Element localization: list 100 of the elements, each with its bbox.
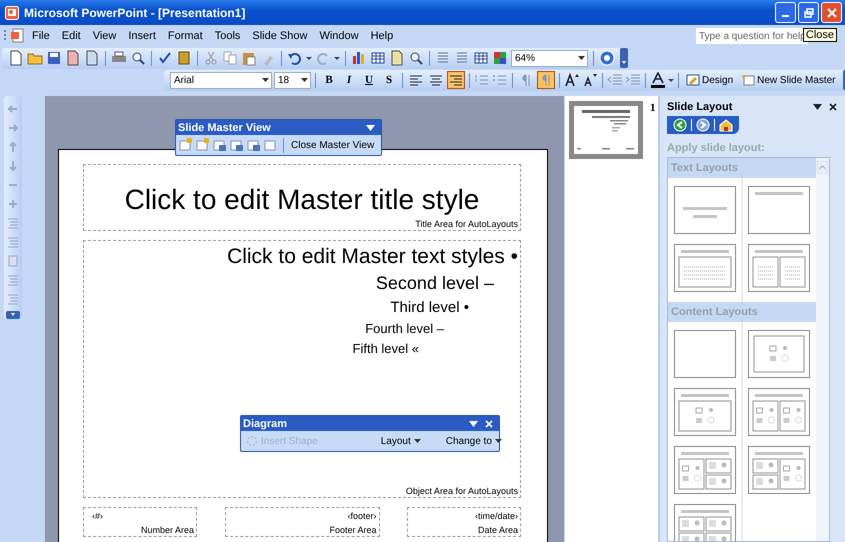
clipboard-icon[interactable] [241,50,257,66]
page-icon[interactable] [8,50,24,66]
layout-thumbnail[interactable] [748,186,810,234]
footer-placeholder[interactable]: ‹footer› Footer Area [224,507,380,537]
slide-number: 1 [650,102,656,114]
back-icon[interactable] [673,118,687,132]
new-slide-master-button[interactable]: New Slide Master [738,71,838,89]
text-style-button[interactable]: U [360,71,378,89]
layout-thumbnail[interactable] [748,446,810,494]
area-label: Date Area [478,525,518,535]
layout-icon[interactable] [264,138,278,152]
dropdown-arrow-icon[interactable] [301,78,308,82]
minimize-button[interactable] [775,2,796,23]
page-icon[interactable] [65,50,81,66]
grip-icon[interactable] [4,29,7,43]
area-label: Footer Area [329,525,376,535]
menu-item[interactable]: Window [313,30,365,42]
close-icon[interactable] [829,103,837,111]
help-icon[interactable] [599,50,615,66]
slide-thumbnail[interactable] [570,102,642,158]
placeholder-field: ‹footer› [347,511,376,521]
dropdown-arrow-icon[interactable] [262,78,269,82]
layout-thumbnail[interactable] [674,186,736,234]
text-style-button[interactable]: S [380,71,398,89]
menu-item[interactable]: File [26,30,56,42]
title-placeholder[interactable]: Click to edit Master title style Title Area for AutoLayouts [83,164,521,231]
area-label: Number Area [140,525,194,535]
footer-placeholder[interactable]: ‹time/date› Date Area [407,507,521,537]
text-level: Third level • [390,298,469,317]
dropdown-arrow-icon[interactable] [469,420,478,426]
layout-thumbnail[interactable] [674,388,736,436]
layout-thumbnail[interactable] [674,330,736,378]
page-icon[interactable] [84,50,100,66]
diagram-button[interactable]: Change to [444,433,504,449]
color-square-icon[interactable] [492,50,508,66]
slide-icon[interactable] [230,138,244,152]
dropdown-arrow-icon [494,439,502,443]
menu-item[interactable]: Tools [208,30,246,42]
undo-icon[interactable] [287,50,303,66]
text-direction-button[interactable] [537,71,555,89]
layout-thumbnail[interactable] [674,446,736,494]
slide-icon[interactable] [179,138,193,152]
document-icon[interactable] [10,28,26,44]
check-mark-icon[interactable] [157,50,173,66]
dropdown-arrow-icon[interactable] [578,56,585,60]
placeholder-field: ‹#› [92,511,103,521]
increase-font-icon[interactable] [564,72,580,88]
footer-placeholder[interactable]: ‹#› Number Area [83,507,197,537]
alignment-icon [430,74,442,86]
table-icon[interactable] [370,50,386,66]
dropdown-arrow-icon[interactable] [813,104,822,110]
new-page-icon [741,74,756,86]
layout-thumbnail[interactable] [674,244,736,292]
menu-item[interactable]: Format [162,30,209,42]
layout-thumbnail[interactable] [748,330,810,378]
text-level: Fourth level – [365,320,444,336]
alignment-icon [410,74,422,86]
magnifier-icon[interactable] [130,50,146,66]
dropdown-arrow-icon[interactable] [366,124,376,130]
grid-icon[interactable] [473,50,489,66]
slide-icon[interactable] [213,138,227,152]
menu-item[interactable]: View [86,30,122,42]
restore-button[interactable] [798,2,819,23]
alignment-icon [450,74,462,86]
font-field[interactable]: Arial [170,72,272,88]
close-master-view-button[interactable]: Close Master View [289,137,378,153]
menu-item[interactable]: Insert [122,30,162,42]
font-size-field[interactable]: 18 [274,72,311,88]
font-color-icon[interactable] [650,72,666,88]
dropdown-arrow-icon [414,439,421,443]
section-label: Apply slide layout: [667,142,766,154]
close-button[interactable] [821,2,842,23]
menu-item[interactable]: Edit [56,30,87,42]
tooltip: Close [802,28,837,42]
text-style-button[interactable]: I [340,71,358,89]
bar-chart-icon[interactable] [351,50,367,66]
menu-item[interactable]: Help [364,30,400,42]
layout-thumbnail[interactable] [748,388,810,436]
text-level: Click to edit Master text styles • [227,244,518,270]
diagram-button[interactable]: Layout [378,433,423,449]
paragraph-icon [540,74,552,86]
menu-item[interactable]: Slide Show [246,30,314,42]
layout-thumbnail[interactable] [748,244,810,292]
minimize-icon [782,15,789,17]
home-icon[interactable] [719,118,733,132]
text-style-button[interactable]: B [320,71,338,89]
magnifier-icon[interactable] [408,50,424,66]
task-pane-title: Slide Layout [667,101,732,113]
close-icon [826,8,836,18]
decrease-font-icon[interactable] [582,72,598,88]
text-level: Second level – [376,273,494,295]
design-button[interactable]: Design [683,71,736,89]
zoom-field[interactable]: 64% [511,50,588,66]
page-icon[interactable] [389,50,405,66]
align-button[interactable] [447,71,465,89]
layout-thumbnail[interactable] [674,504,736,541]
area-label: Object Area for AutoLayouts [406,486,518,496]
dashed-circle-icon [246,435,258,447]
slide-icon[interactable] [247,138,261,152]
slide-icon[interactable] [196,138,210,152]
